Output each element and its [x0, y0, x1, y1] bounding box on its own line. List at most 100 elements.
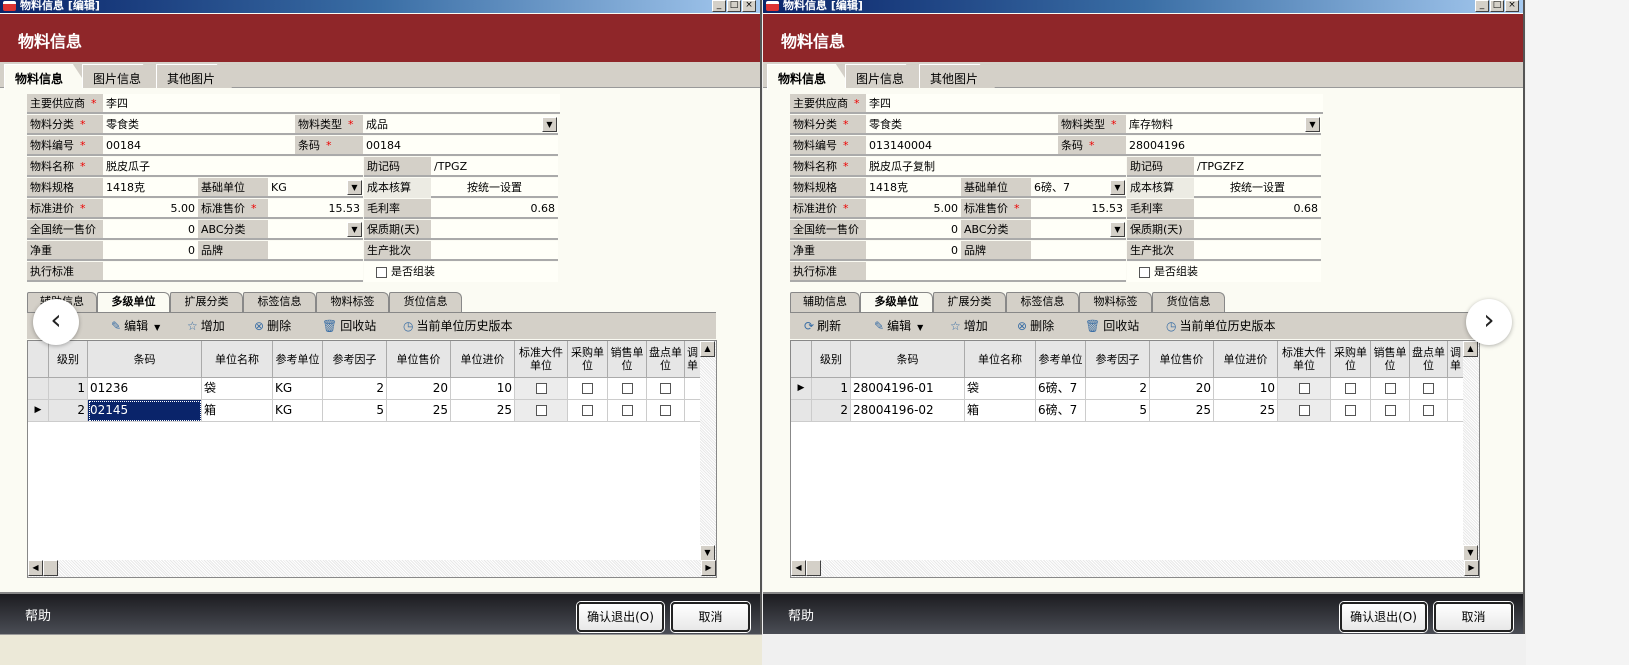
brand-field[interactable]: [1031, 241, 1126, 261]
name-field[interactable]: 脱皮瓜子复制: [866, 157, 1126, 177]
cell-checkbox[interactable]: [1448, 378, 1464, 400]
row-selector[interactable]: [28, 378, 49, 400]
toolbar-recycle-bin-button[interactable]: 🗑 回收站: [322, 318, 376, 334]
std-price-field[interactable]: 15.53: [1031, 199, 1126, 219]
type-field[interactable]: 成品 ▼: [363, 115, 558, 135]
cell-checkbox[interactable]: [685, 378, 701, 400]
maximize-button[interactable]: □: [727, 0, 741, 12]
toolbar-edit-button[interactable]: ✎ 编辑 ▼: [874, 318, 923, 336]
scroll-thumb[interactable]: [43, 560, 58, 576]
cell-barcode[interactable]: 28004196-02: [851, 400, 965, 422]
toolbar-delete-button[interactable]: ⊗ 删除: [254, 318, 291, 334]
dropdown-caret-icon[interactable]: ▼: [917, 323, 923, 332]
chevron-down-icon[interactable]: ▼: [542, 117, 557, 132]
column-header[interactable]: 采购单位: [568, 341, 608, 378]
cell-checkbox[interactable]: [1410, 400, 1448, 422]
cell-price[interactable]: 25: [387, 400, 451, 422]
previous-arrow-button[interactable]: ‹: [33, 299, 79, 345]
checkbox-icon[interactable]: [660, 405, 671, 416]
toolbar-history-button[interactable]: ◷ 当前单位历史版本: [1166, 318, 1276, 334]
national-price-field[interactable]: 0: [866, 220, 961, 240]
minimize-button[interactable]: _: [1475, 0, 1489, 12]
base-unit-field[interactable]: 6磅、7 ▼: [1031, 178, 1126, 198]
column-header[interactable]: 销售单位: [1371, 341, 1410, 378]
scroll-thumb[interactable]: [806, 560, 821, 576]
cell-price[interactable]: 20: [387, 378, 451, 400]
vertical-scrollbar[interactable]: ▲ ▼: [1463, 341, 1479, 561]
std-cost-field[interactable]: 5.00: [103, 199, 198, 219]
subtab-4[interactable]: 物料标签: [1079, 292, 1152, 312]
cell-checkbox[interactable]: [568, 400, 608, 422]
checkbox-icon[interactable]: [1384, 383, 1396, 394]
subtab-3[interactable]: 标签信息: [243, 292, 316, 312]
checkbox-icon[interactable]: [621, 383, 633, 394]
toolbar-delete-button[interactable]: ⊗ 删除: [1017, 318, 1054, 334]
scroll-down-button[interactable]: ▼: [1463, 545, 1478, 561]
net-weight-field[interactable]: 0: [866, 241, 961, 261]
std-price-field[interactable]: 15.53: [268, 199, 363, 219]
column-header[interactable]: 级别: [49, 341, 88, 378]
category-field[interactable]: 零食类: [103, 115, 295, 135]
cost-field[interactable]: 按统一设置: [1194, 178, 1321, 198]
assembly-checkbox[interactable]: 是否组装: [364, 262, 558, 282]
toolbar-recycle-bin-button[interactable]: 🗑 回收站: [1085, 318, 1139, 334]
column-header[interactable]: 标准大件单位: [1278, 341, 1331, 378]
subtab-3[interactable]: 标签信息: [1006, 292, 1079, 312]
cell-checkbox[interactable]: [1331, 378, 1371, 400]
cell-ref-unit[interactable]: 6磅、7: [1036, 378, 1086, 400]
toolbar-refresh-button[interactable]: ⟳刷新: [804, 318, 841, 334]
cell-price[interactable]: 25: [1150, 400, 1214, 422]
column-header[interactable]: 单位售价: [387, 341, 451, 378]
cell-level[interactable]: 1: [812, 378, 851, 400]
column-header[interactable]: 参考单位: [273, 341, 323, 378]
column-header[interactable]: 采购单位: [1331, 341, 1371, 378]
subtab-5[interactable]: 货位信息: [389, 292, 462, 312]
checkbox-icon[interactable]: [535, 383, 547, 394]
column-header[interactable]: 盘点单位: [1410, 341, 1448, 378]
column-header[interactable]: 参考因子: [323, 341, 387, 378]
checkbox-icon[interactable]: [535, 405, 547, 416]
supplier-field[interactable]: 李四: [866, 94, 1323, 114]
std-cost-field[interactable]: 5.00: [866, 199, 961, 219]
column-header[interactable]: 条码: [851, 341, 965, 378]
scroll-right-button[interactable]: ▶: [1464, 560, 1479, 576]
chevron-down-icon[interactable]: ▼: [347, 222, 362, 237]
column-header[interactable]: 盘点单位: [647, 341, 685, 378]
cancel-button[interactable]: 取消: [1434, 602, 1513, 632]
national-price-field[interactable]: 0: [103, 220, 198, 240]
column-header[interactable]: 调单: [685, 341, 701, 378]
cell-checkbox[interactable]: [1371, 378, 1410, 400]
spec-field[interactable]: 1418克: [103, 178, 198, 198]
scroll-left-button[interactable]: ◀: [28, 560, 43, 576]
subtab-4[interactable]: 物料标签: [316, 292, 389, 312]
checkbox-icon[interactable]: [660, 383, 671, 394]
cell-unit[interactable]: 箱: [965, 400, 1036, 422]
supplier-field[interactable]: 李四: [103, 94, 560, 114]
maximize-button[interactable]: □: [1490, 0, 1504, 12]
row-selector[interactable]: ▶: [28, 400, 49, 422]
chevron-down-icon[interactable]: ▼: [1110, 222, 1125, 237]
cell-ref-unit[interactable]: KG: [273, 400, 323, 422]
minimize-button[interactable]: _: [712, 0, 726, 12]
subtab-1[interactable]: 多级单位: [97, 292, 170, 313]
checkbox-icon[interactable]: [621, 405, 633, 416]
chevron-down-icon[interactable]: ▼: [1110, 180, 1125, 195]
checkbox-icon[interactable]: [1345, 405, 1356, 416]
checkbox-icon[interactable]: [1298, 383, 1310, 394]
cell-barcode[interactable]: 01236: [88, 378, 202, 400]
column-header[interactable]: 参考因子: [1086, 341, 1150, 378]
cell-checkbox[interactable]: [1331, 400, 1371, 422]
cell-factor[interactable]: 5: [1086, 400, 1150, 422]
code-field[interactable]: 013140004: [866, 136, 1058, 156]
standard-field[interactable]: [103, 262, 363, 282]
column-header[interactable]: 级别: [812, 341, 851, 378]
name-field[interactable]: 脱皮瓜子: [103, 157, 363, 177]
checkbox-icon[interactable]: [1139, 266, 1150, 278]
margin-field[interactable]: 0.68: [431, 199, 558, 219]
code-field[interactable]: 00184: [103, 136, 295, 156]
assembly-checkbox[interactable]: 是否组装: [1127, 262, 1321, 282]
checkbox-icon[interactable]: [1384, 405, 1396, 416]
column-header[interactable]: 参考单位: [1036, 341, 1086, 378]
column-header[interactable]: 标准大件单位: [515, 341, 568, 378]
column-header[interactable]: 单位进价: [451, 341, 515, 378]
